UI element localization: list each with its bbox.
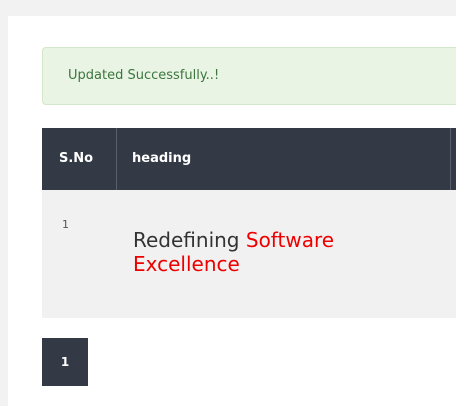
- success-alert: Updated Successfully..!: [42, 47, 456, 105]
- column-header-sno: S.No: [59, 151, 94, 166]
- row-heading: Redefining Software Excellence: [133, 228, 433, 276]
- data-table: S.No heading 1 Redefining Software Excel…: [42, 128, 456, 318]
- alert-message: Updated Successfully..!: [68, 68, 220, 83]
- content-card: Updated Successfully..! S.No heading 1 R…: [8, 16, 456, 406]
- column-divider: [450, 128, 451, 190]
- pagination-page-button[interactable]: 1: [42, 338, 88, 386]
- table-row: 1 Redefining Software Excellence: [42, 190, 456, 318]
- table-header: S.No heading: [42, 128, 456, 190]
- heading-plain-text: Redefining: [133, 228, 240, 252]
- row-sno: 1: [62, 218, 69, 231]
- column-header-heading: heading: [132, 151, 192, 166]
